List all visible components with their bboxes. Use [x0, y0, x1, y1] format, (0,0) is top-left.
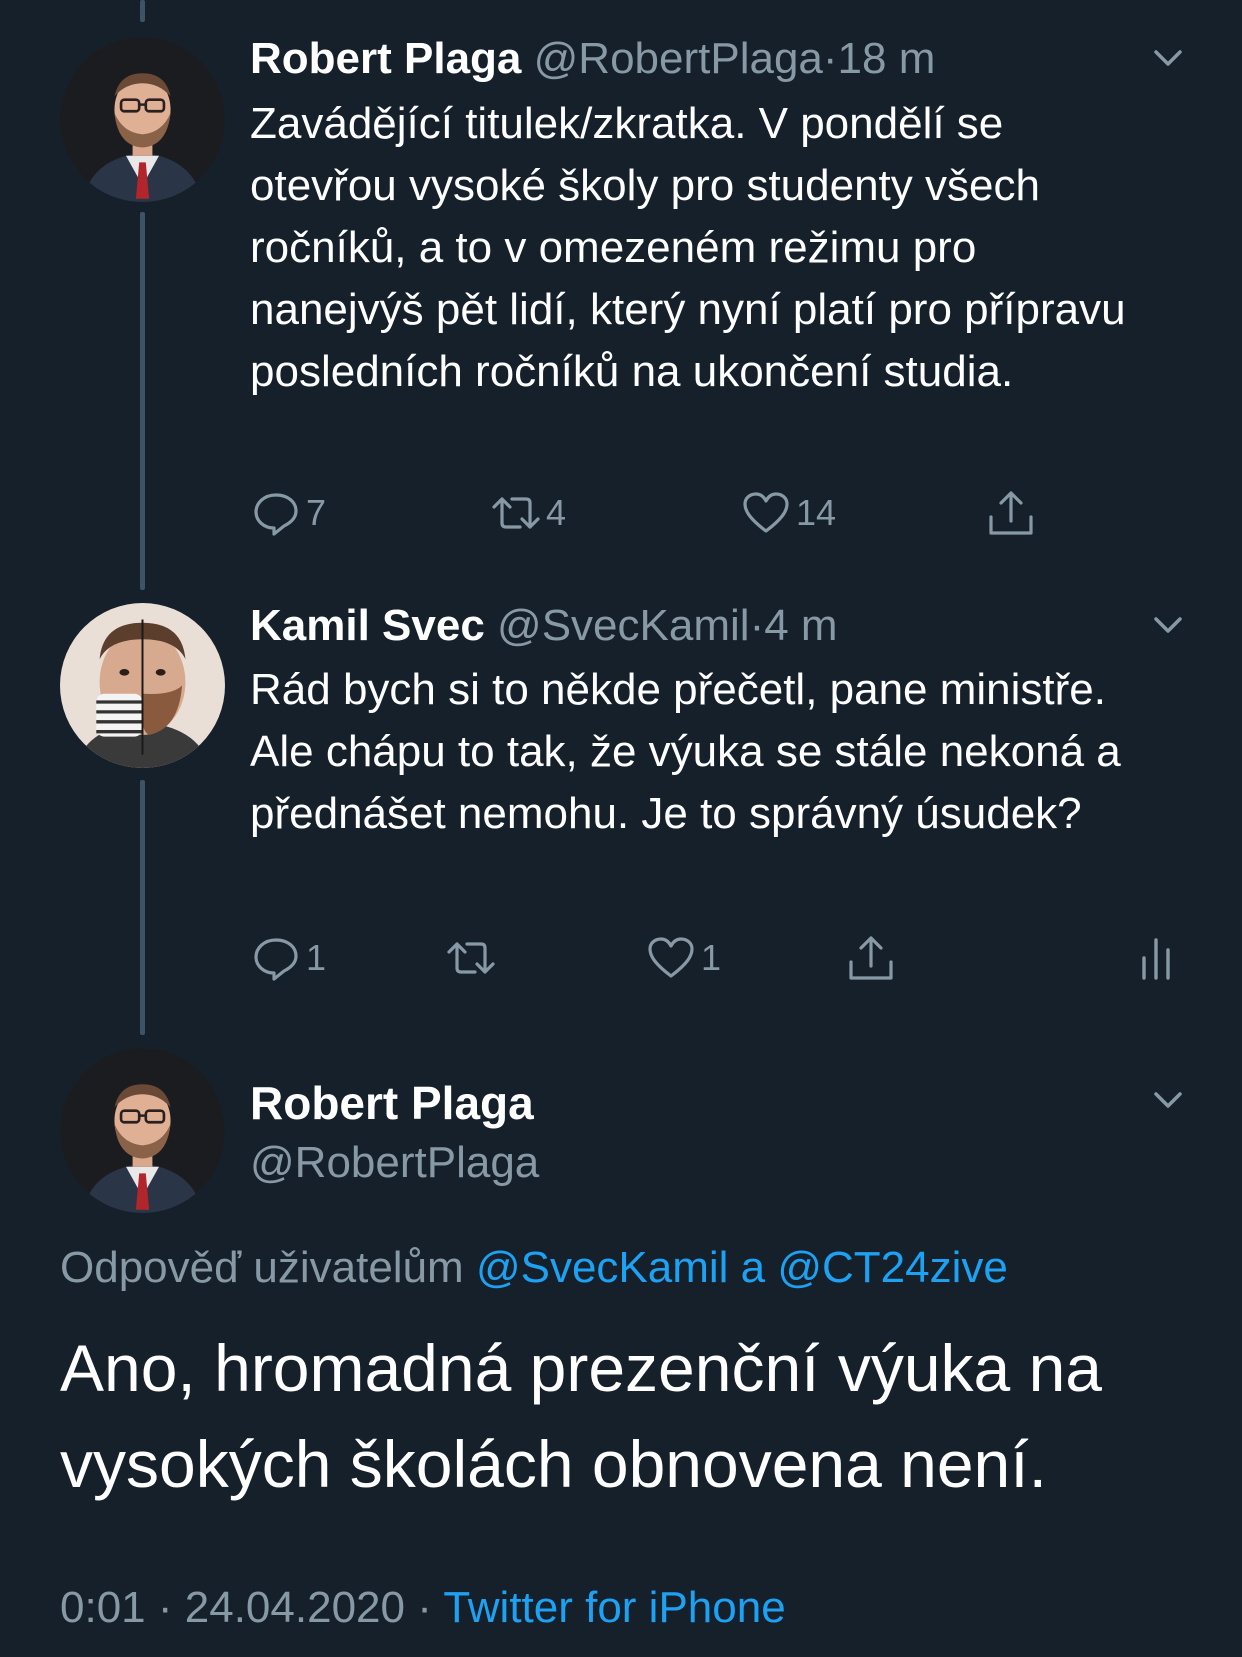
- reply-to-prefix: Odpověď uživatelům: [60, 1243, 464, 1292]
- retweet-button[interactable]: 4: [490, 487, 566, 539]
- thread-line-1: [140, 212, 145, 590]
- chevron-down-icon[interactable]: [1148, 1080, 1188, 1120]
- avatar-robert-plaga[interactable]: [60, 1048, 225, 1213]
- tweet-time[interactable]: 18 m: [838, 34, 936, 83]
- meta-dot: ·: [417, 1583, 432, 1632]
- reply-icon: [254, 938, 298, 981]
- focus-author-handle[interactable]: @RobertPlaga: [250, 1135, 539, 1191]
- tweet-text: Zavádějící titulek/zkratka. V pondělí se…: [250, 99, 1126, 396]
- tweet-actions: 1 1: [250, 932, 1200, 984]
- analytics-icon: [1142, 938, 1170, 980]
- heart-icon: [743, 492, 789, 533]
- reply-button[interactable]: 1: [250, 932, 326, 984]
- retweet-icon: [447, 942, 495, 974]
- thread-line-2: [140, 780, 145, 1035]
- author-name[interactable]: Robert Plaga: [250, 34, 521, 83]
- share-icon: [989, 491, 1033, 535]
- like-button[interactable]: 14: [740, 487, 836, 539]
- author-handle[interactable]: @SvecKamil: [497, 601, 750, 650]
- reply-button[interactable]: 7: [250, 487, 326, 539]
- retweet-count: 4: [546, 492, 567, 533]
- like-count: 1: [701, 937, 722, 978]
- retweet-icon: [492, 497, 540, 529]
- tweet-meta: 0:01 · 24.04.2020 · Twitter for iPhone: [60, 1580, 786, 1636]
- meta-dot: ·: [157, 1583, 173, 1632]
- reply-count: 7: [306, 492, 327, 533]
- reply-to-line: Odpověď uživatelům @SvecKamil a @CT24ziv…: [60, 1240, 1008, 1296]
- tweet-header: Robert Plaga @RobertPlaga·18 m: [250, 33, 935, 85]
- avatar-kamil-svec[interactable]: [60, 603, 225, 768]
- like-count: 14: [796, 492, 837, 533]
- separator: ·: [822, 34, 838, 83]
- tweet-date: 24.04.2020: [184, 1583, 405, 1632]
- separator: ·: [749, 601, 765, 650]
- tweet-time: 0:01: [60, 1583, 146, 1632]
- tweet-time[interactable]: 4 m: [764, 601, 837, 650]
- reply-to-mentions[interactable]: @SvecKamil a @CT24zive: [476, 1243, 1008, 1292]
- heart-icon: [648, 937, 694, 978]
- share-icon: [849, 936, 893, 980]
- like-button[interactable]: 1: [645, 932, 721, 984]
- avatar-robert-plaga[interactable]: [60, 37, 225, 202]
- chevron-down-icon[interactable]: [1148, 605, 1188, 645]
- thread-line-top: [140, 0, 145, 22]
- tweet-actions: 7 4 14: [250, 487, 1200, 539]
- analytics-button[interactable]: [1130, 932, 1186, 984]
- author-handle[interactable]: @RobertPlaga: [534, 34, 823, 83]
- focus-author-name[interactable]: Robert Plaga: [250, 1075, 534, 1131]
- chevron-down-icon[interactable]: [1148, 38, 1188, 78]
- reply-count: 1: [306, 937, 327, 978]
- tweet-thread-page: Robert Plaga @RobertPlaga·18 m Zavádějíc…: [0, 0, 1242, 1657]
- share-button[interactable]: [845, 932, 901, 984]
- tweet-header: Kamil Svec @SvecKamil·4 m: [250, 600, 838, 652]
- retweet-button[interactable]: [445, 932, 501, 984]
- share-button[interactable]: [985, 487, 1041, 539]
- author-name[interactable]: Kamil Svec: [250, 601, 485, 650]
- reply-icon: [254, 493, 298, 536]
- focus-tweet-text: Ano, hromadná prezenční výuka na vysokýc…: [60, 1331, 1102, 1501]
- tweet-text: Rád bych si to někde přečetl, pane minis…: [250, 665, 1121, 838]
- tweet-source-link[interactable]: Twitter for iPhone: [443, 1583, 785, 1632]
